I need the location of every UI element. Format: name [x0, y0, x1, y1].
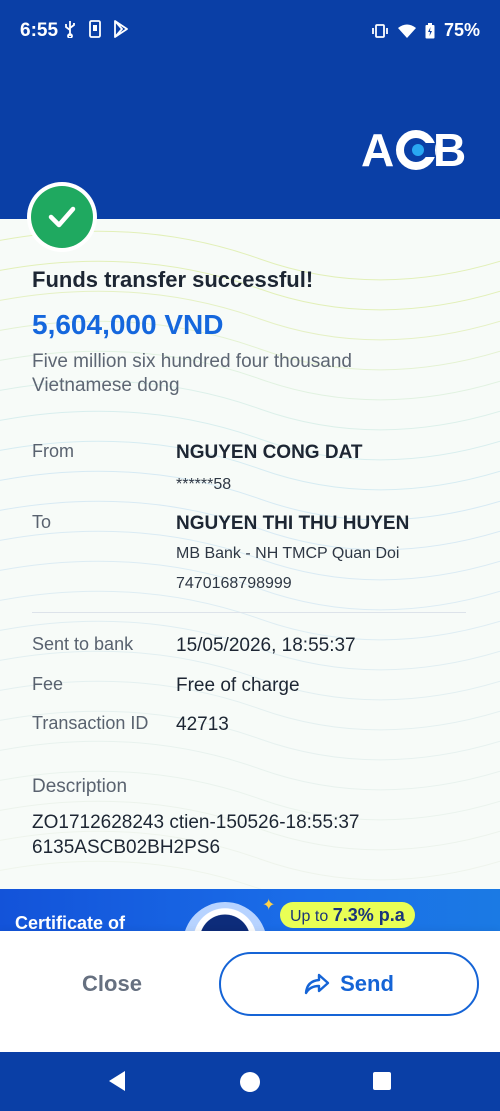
close-button[interactable]: Close — [22, 952, 202, 1016]
to-label: To — [32, 512, 52, 532]
check-circle — [31, 186, 93, 248]
amount-in-words: Five million six hundred four thousand V… — [32, 351, 353, 396]
back-icon[interactable] — [107, 1070, 127, 1092]
description-label: Description — [32, 776, 128, 797]
action-bar: Close Send — [0, 931, 500, 1052]
promo-rate-pill: Up to 7.3% p.a — [280, 902, 415, 928]
acb-logo: A B — [361, 126, 466, 172]
check-icon — [48, 206, 76, 228]
svg-text:B: B — [433, 126, 466, 172]
vibrate-icon — [372, 23, 388, 38]
sent-to-bank-value: 15/05/2026, 18:55:37 — [176, 635, 356, 656]
promo-rate-prefix: Up to — [290, 908, 333, 925]
recents-icon[interactable] — [373, 1072, 391, 1090]
promo-rate: 7.3% p.a — [332, 905, 405, 925]
battery-percent: 75% — [443, 20, 480, 40]
system-navigation-bar — [0, 1052, 500, 1111]
usb-icon — [65, 21, 75, 38]
divider — [32, 612, 466, 613]
promo-coin-graphic — [183, 902, 267, 931]
transaction-id-value: 42713 — [176, 714, 229, 735]
battery-icon — [425, 22, 435, 38]
promo-banner-text: Certificate of — [15, 913, 126, 931]
home-icon[interactable] — [239, 1071, 261, 1093]
svg-text:A: A — [361, 126, 393, 172]
wifi-icon — [397, 24, 416, 38]
sender-account: ******58 — [176, 476, 232, 493]
promo-banner[interactable]: Certificate of ✦ — [0, 889, 500, 931]
fee-value: Free of charge — [176, 675, 300, 696]
share-arrow-icon — [304, 973, 330, 995]
transaction-id-label: Transaction ID — [32, 713, 149, 733]
system-icons: 75% — [371, 20, 480, 41]
recipient-name: NGUYEN THI THU HUYEN — [176, 513, 410, 534]
transfer-amount: 5,604,000 VND — [32, 309, 224, 340]
sparkle-icon: ✦ — [262, 897, 276, 914]
status-bar: 6:55 75% — [0, 0, 500, 62]
description-value: ZO1712628243 ctien-150526-18:55:37 6135A… — [32, 812, 360, 858]
recipient-account: 7470168798999 — [176, 575, 292, 592]
play-store-icon — [114, 20, 128, 38]
recipient-bank: MB Bank - NH TMCP Quan Doi — [176, 545, 400, 562]
device-icon — [89, 20, 101, 38]
success-badge — [27, 182, 97, 252]
sent-to-bank-label: Sent to bank — [32, 634, 134, 654]
notification-icons — [63, 20, 129, 38]
transfer-status-title: Funds transfer successful! — [32, 267, 314, 292]
send-button[interactable]: Send — [219, 952, 479, 1016]
status-time: 6:55 — [20, 20, 59, 41]
from-label: From — [32, 441, 74, 461]
sender-name: NGUYEN CONG DAT — [176, 442, 363, 463]
fee-label: Fee — [32, 674, 64, 694]
send-button-label: Send — [340, 971, 394, 996]
